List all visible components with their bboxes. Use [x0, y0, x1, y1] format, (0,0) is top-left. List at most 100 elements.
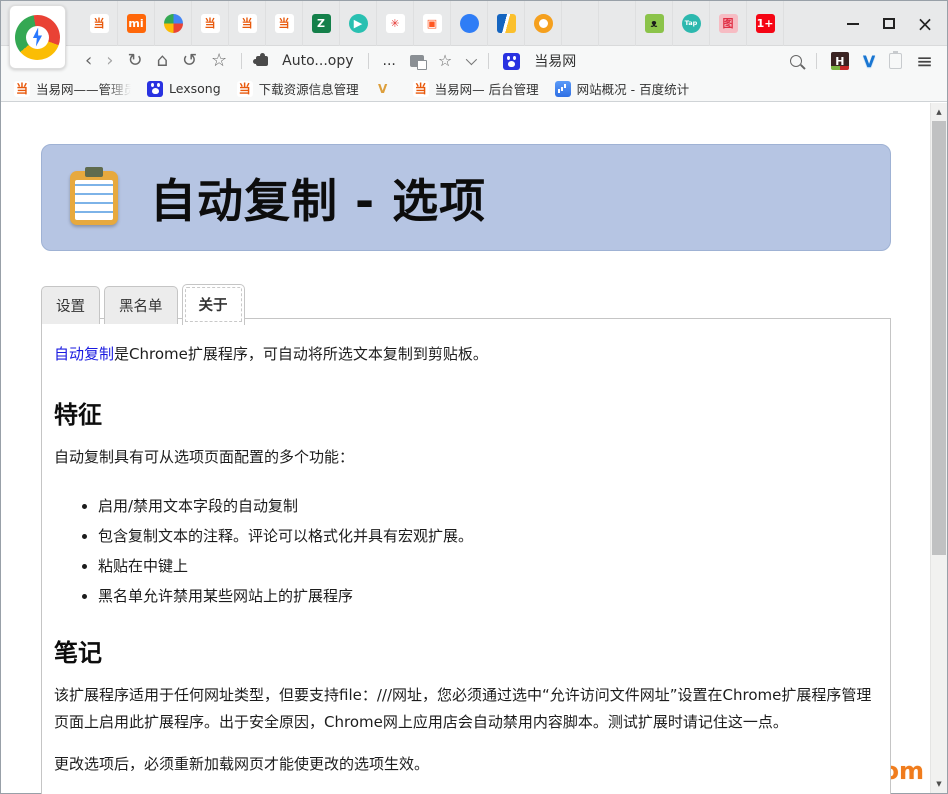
browser-tab-orange-door[interactable]: ▣ — [414, 1, 451, 46]
browser-logo-button[interactable] — [9, 5, 66, 69]
intro-text: 是Chrome扩展程序，可自动将所选文本复制到剪贴板。 — [114, 345, 488, 363]
feature-item: 粘贴在中键上 — [98, 556, 874, 576]
tab-favicon: 1+ — [756, 14, 775, 33]
chevron-down-icon[interactable] — [466, 54, 477, 65]
browser-tab-orange-donut[interactable] — [525, 1, 562, 46]
tab-favicon: Z — [312, 14, 331, 33]
notes-paragraph-1: 该扩展程序适用于任何网址类型，但要支持file：///网址，您必须通过选中“允许… — [54, 682, 874, 738]
tab-favicon: ▣ — [423, 14, 442, 33]
browser-tab-downyi-1[interactable]: 当 — [81, 1, 118, 46]
address-extension-title[interactable]: Auto...opy — [282, 53, 353, 69]
minimize-icon — [847, 23, 859, 25]
browser-tab-downyi-2[interactable]: 当 — [192, 1, 229, 46]
tab-favicon: 当 — [90, 14, 109, 33]
extension-puzzle-icon — [256, 56, 268, 66]
divider — [241, 53, 242, 69]
bookmark-label: 当易网——管理员登 — [36, 79, 131, 98]
divider — [368, 53, 369, 69]
features-lead: 自动复制具有可从选项页面配置的多个功能： — [54, 444, 874, 472]
options-tab-label: 关于 — [199, 298, 228, 314]
home-button[interactable]: ⌂ — [157, 52, 168, 70]
tab-favicon: Tap — [682, 14, 701, 33]
browser-tab-pinwheel[interactable] — [155, 1, 192, 46]
tab-favicon: ✳ — [386, 14, 405, 33]
tab-favicon: 图 — [719, 14, 738, 33]
browser-tab-oneplus[interactable]: 1+ — [747, 1, 784, 46]
bookmark-baidu-tongji[interactable]: 网站概况 - 百度统计 — [550, 77, 694, 100]
browser-tab-z-green[interactable]: Z — [303, 1, 340, 46]
options-tabs: 设置 黑名单 关于 — [41, 284, 245, 324]
bookmark-favicon: 当 — [413, 81, 429, 97]
tab-favicon — [497, 14, 516, 33]
browser-tab-blank-page[interactable] — [562, 1, 599, 46]
notes-paragraph-2: 更改选项后，必须重新加载网页才能使更改的选项生效。 — [54, 751, 874, 779]
browser-tab-taptap[interactable]: Tap — [673, 1, 710, 46]
bookmark-favicon: 当 — [14, 81, 30, 97]
tab-favicon: 当 — [275, 14, 294, 33]
minimize-button[interactable] — [835, 1, 871, 46]
forward-button[interactable]: › — [106, 52, 113, 70]
features-list: 启用/禁用文本字段的自动复制包含复制文本的注释。评论可以格式化并具有宏观扩展。粘… — [54, 496, 874, 607]
vertical-scrollbar[interactable]: ▲ ▼ — [930, 103, 947, 793]
browser-tab-play-teal[interactable]: ▶ — [340, 1, 377, 46]
options-tab-label: 黑名单 — [119, 299, 163, 315]
notes-heading: 笔记 — [54, 633, 874, 668]
translate-icon[interactable] — [410, 55, 424, 67]
bookmark-favicon — [147, 81, 163, 97]
scroll-down-arrow[interactable]: ▼ — [931, 776, 947, 792]
feature-item: 包含复制文本的注释。评论可以格式化并具有宏观扩展。 — [98, 526, 874, 546]
current-site-title[interactable]: 当易网 — [534, 51, 576, 71]
browser-tab-blue-yellow-split[interactable] — [488, 1, 525, 46]
tab-favicon: ▶ — [349, 14, 368, 33]
options-tab-blacklist[interactable]: 黑名单 — [104, 286, 178, 324]
extension-v-button[interactable]: V — [863, 52, 875, 71]
maximize-button[interactable] — [871, 1, 907, 46]
browser-tab-blue-ball[interactable] — [451, 1, 488, 46]
tab-favicon: mi — [127, 14, 146, 33]
extension-h-button[interactable]: H — [831, 52, 849, 70]
browser-tabs: 当 mi 当 当 当 Z ▶ ✳ ▣ SHX ᴥ — [81, 1, 784, 46]
about-panel: 自动复制是Chrome扩展程序，可自动将所选文本复制到剪贴板。 特征 自动复制具… — [41, 318, 891, 794]
bookmark-label: 网站概况 - 百度统计 — [577, 79, 689, 98]
intro-paragraph: 自动复制是Chrome扩展程序，可自动将所选文本复制到剪贴板。 — [54, 341, 874, 369]
bookmark-downyi-backend[interactable]: 当 当易网— 后台管理 — [408, 77, 544, 100]
scroll-up-arrow[interactable]: ▲ — [931, 104, 947, 120]
reload-button[interactable]: ↻ — [127, 52, 142, 70]
bookmark-label: 下载资源信息管理 — [259, 79, 359, 98]
browser-tab-green-bug[interactable]: ᴥ — [636, 1, 673, 46]
bookmark-v-site[interactable]: V — [370, 79, 402, 99]
browser-tab-tu-pink[interactable]: 图 — [710, 1, 747, 46]
bookmark-downyi-admin[interactable]: 当 当易网——管理员登 — [9, 77, 136, 100]
options-tab-about[interactable]: 关于 — [182, 284, 245, 325]
window-controls: × — [835, 1, 943, 46]
bookmark-favicon — [555, 81, 571, 97]
options-banner: 自动复制 - 选项 — [41, 144, 891, 251]
bookmark-page-star[interactable]: ☆ — [438, 53, 452, 69]
browser-tab-red-flower[interactable]: ✳ — [377, 1, 414, 46]
options-tab-label: 设置 — [56, 299, 85, 315]
clipboard-emoji-icon — [70, 171, 118, 225]
search-icon[interactable] — [790, 55, 802, 67]
maximize-icon — [883, 18, 895, 29]
autocopy-link[interactable]: 自动复制 — [54, 345, 114, 363]
menu-hamburger-button[interactable]: ≡ — [916, 49, 933, 73]
tab-favicon: 当 — [238, 14, 257, 33]
undo-button[interactable]: ↺ — [182, 52, 197, 70]
options-tab-settings[interactable]: 设置 — [41, 286, 100, 324]
back-button[interactable]: ‹ — [85, 52, 92, 70]
feature-item: 黑名单允许禁用某些网站上的扩展程序 — [98, 586, 874, 606]
close-button[interactable]: × — [907, 1, 943, 46]
clipboard-icon[interactable] — [889, 53, 902, 69]
bookmark-lexsong[interactable]: Lexsong — [142, 79, 226, 99]
browser-tab-downyi-4[interactable]: 当 — [266, 1, 303, 46]
browser-tab-xiaomi[interactable]: mi — [118, 1, 155, 46]
bookmarks-bar: 当 当易网——管理员登 Lexsong 当 下载资源信息管理 V 当 当易网— … — [1, 76, 947, 102]
browser-tab-downyi-3[interactable]: 当 — [229, 1, 266, 46]
favorite-star-button[interactable]: ☆ — [211, 52, 227, 70]
browser-tab-shx-file[interactable]: SHX — [599, 1, 636, 46]
tab-favicon: ᴥ — [645, 14, 664, 33]
tab-favicon — [460, 14, 479, 33]
page-content: 自动复制 - 选项 设置 黑名单 关于 自动复制是Chrome扩展程序，可自动将… — [1, 103, 947, 793]
bookmark-download-res[interactable]: 当 下载资源信息管理 — [232, 77, 364, 100]
scrollbar-thumb[interactable] — [932, 121, 946, 555]
